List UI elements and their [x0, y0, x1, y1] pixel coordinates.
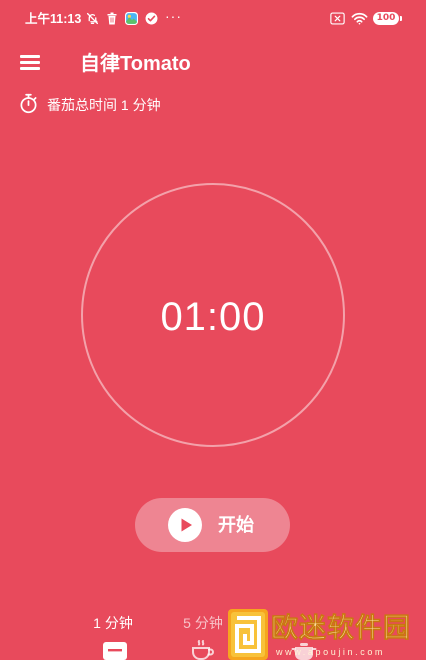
no-sim-icon [330, 12, 345, 25]
watermark-url: www.apoujin.com [276, 647, 386, 657]
wifi-icon [351, 12, 368, 25]
tab-1-minute[interactable]: 1 分钟 [73, 614, 153, 632]
timer-ring: 01:00 [81, 183, 345, 447]
trash-icon [106, 12, 118, 25]
start-button-label: 开始 [218, 515, 254, 535]
hamburger-menu-icon[interactable] [20, 55, 40, 70]
watermark: 欧迷软件园 www.apoujin.com [228, 609, 418, 660]
battery-icon: 100 [373, 12, 399, 25]
check-circle-icon [145, 12, 158, 25]
app-title: 自律Tomato [80, 53, 191, 75]
app-screen: 上午11:13 ··· 100 自律Tomato 番茄总时间 1 分钟 01:0… [0, 0, 426, 660]
note-icon[interactable] [103, 642, 127, 660]
total-pomodoro-time: 番茄总时间 1 分钟 [47, 97, 161, 113]
start-button[interactable]: 开始 [135, 498, 290, 552]
battery-cap [400, 16, 402, 21]
coffee-cup-icon[interactable] [191, 640, 215, 660]
gallery-app-icon [125, 12, 138, 25]
watermark-name: 欧迷软件园 [271, 613, 411, 644]
stopwatch-icon [19, 93, 38, 114]
play-icon [168, 508, 202, 542]
status-bar: 上午11:13 ··· 100 [0, 0, 426, 36]
status-time: 上午11:13 [25, 12, 82, 26]
more-notifications-dots: ··· [165, 8, 182, 24]
bell-off-icon [86, 12, 99, 25]
timer-display: 01:00 [160, 295, 266, 339]
watermark-logo-icon [228, 609, 268, 660]
